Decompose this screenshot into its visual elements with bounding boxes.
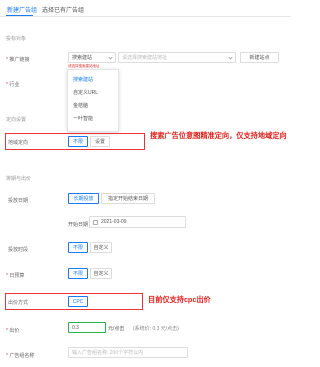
promo-link-address-select[interactable]: 请选择搜索建站地址 (118, 52, 236, 63)
dropdown-option-custom-url[interactable]: 自定义URL (68, 87, 118, 100)
region-label: 地域定向 (8, 140, 29, 146)
promo-link-dropdown: 搜索建站 自定义URL 金桔脑 一叶智能 (67, 69, 119, 132)
tab-divider (0, 16, 291, 17)
bid-unit: 元/点击 (108, 326, 125, 332)
promo-link-label: * 推广链接 (6, 57, 30, 63)
industry-label: * 行业 (6, 82, 20, 88)
budget-custom-option[interactable]: 自定义 (90, 268, 112, 279)
dropdown-option-jinjunao[interactable]: 金桔脑 (68, 100, 118, 113)
delivery-date-label: 投放日期 (8, 198, 29, 204)
promo-link-type-select[interactable]: 搜索建站 (68, 52, 116, 63)
start-date-input[interactable]: 2021-03-09 (89, 216, 186, 228)
tab-new-ad-group[interactable]: 新建广告组 (7, 5, 37, 14)
section-title-targeting: 定向设置 (6, 117, 27, 123)
bid-method-label: 出价方式 (8, 300, 29, 306)
region-custom-option[interactable]: 设置 (90, 136, 110, 147)
period-unlimited-option[interactable]: 不限 (68, 242, 88, 253)
annotation-bid: 目前仅支持cpc出价 (148, 295, 211, 304)
bid-method-cpc-option[interactable]: CPC (68, 296, 88, 307)
chevron-down-icon (108, 54, 113, 60)
annotation-region: 搜索广告位意图精准定向，仅支持地域定向 (150, 131, 287, 140)
start-date-label: 开始日期 (68, 222, 89, 228)
chevron-down-icon (228, 54, 233, 60)
period-custom-option[interactable]: 自定义 (90, 242, 112, 253)
region-unlimited-option[interactable]: 不限 (68, 136, 88, 147)
long-term-delivery-option[interactable]: 长期投放 (68, 193, 99, 204)
budget-unlimited-option[interactable]: 不限 (68, 268, 88, 279)
ad-group-name-input[interactable]: 输入广告组名称: 200个字符以内 (68, 347, 188, 358)
ad-group-name-label: * 广告组名称 (6, 353, 35, 359)
specific-dates-option[interactable]: 指定开始结束日期 (101, 193, 155, 204)
bid-system-price-hint: (系统价: 0.3 元/点击) (133, 326, 179, 332)
bid-input[interactable]: 0.3 (68, 322, 106, 333)
dropdown-option-search-site[interactable]: 搜索建站 (68, 74, 118, 87)
new-site-button[interactable]: 新建站点 (240, 52, 279, 63)
section-title-target: 投标对象 (6, 36, 27, 42)
delivery-period-label: 投放时段 (8, 247, 29, 253)
calendar-icon (93, 219, 98, 225)
section-title-budget: 排期与出价 (6, 176, 32, 182)
tab-existing-ad-group[interactable]: 选择已有广告组 (42, 5, 84, 14)
dropdown-option-yiye[interactable]: 一叶智能 (68, 113, 118, 126)
bid-label: * 出价 (6, 328, 20, 334)
daily-budget-label: * 日预算 (6, 273, 25, 279)
